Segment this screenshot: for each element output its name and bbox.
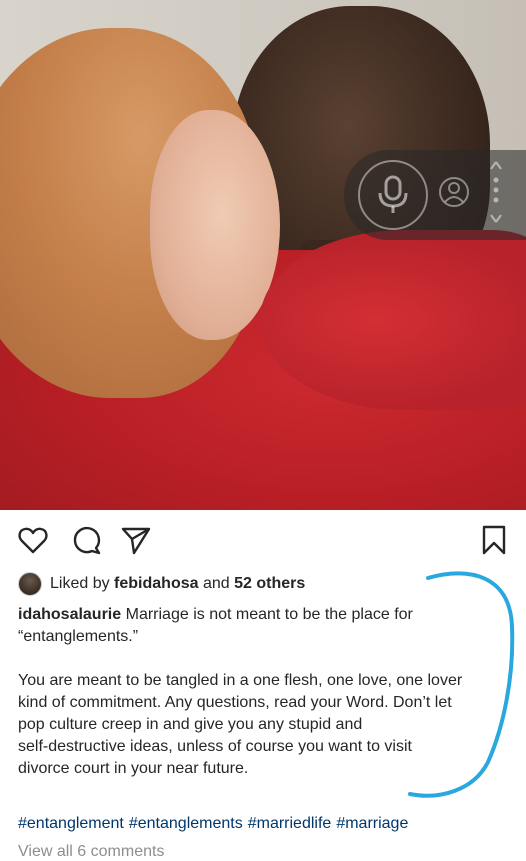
caption-line: self-destructive ideas, unless of course… [18, 738, 412, 755]
post-photo[interactable] [0, 0, 526, 510]
likes-summary[interactable]: Liked by febidahosa and 52 others [18, 572, 305, 596]
caption-line: pop culture creep in and give you any st… [18, 716, 363, 733]
share-icon[interactable] [120, 524, 152, 556]
caption-line: kind of commitment. Any questions, read … [18, 694, 452, 711]
heart-icon[interactable] [17, 524, 49, 556]
post-actions-bar [0, 514, 526, 566]
likes-others[interactable]: 52 others [234, 575, 305, 593]
liker-username[interactable]: febidahosa [114, 575, 198, 593]
caption-line: divorce court in your near future. [18, 760, 249, 777]
caption-line: Marriage is not meant to be the place fo… [125, 606, 413, 623]
hashtag-link[interactable]: #entanglement [18, 815, 124, 832]
avatar[interactable] [18, 572, 42, 596]
caption-username[interactable]: idahosalaurie [18, 606, 121, 623]
caption-line: You are meant to be tangled in a one fle… [18, 672, 463, 689]
hashtag-link[interactable]: #marriedlife [248, 815, 332, 832]
microphone-icon [378, 175, 408, 213]
post-caption: idahosalaurie Marriage is not meant to b… [18, 604, 518, 780]
likes-conjunction: and [202, 575, 230, 592]
person-icon[interactable] [438, 176, 470, 208]
hashtag-link[interactable]: #marriage [336, 815, 408, 832]
hashtag-link[interactable]: #entanglements [129, 815, 243, 832]
hashtags: #entanglement #entanglements #marriedlife #… [18, 815, 413, 833]
comment-icon[interactable] [70, 524, 102, 556]
likes-prefix: Liked by [50, 575, 110, 592]
caption-line: “entanglements.” [18, 628, 139, 645]
view-all-comments-link[interactable]: View all 6 comments [18, 843, 164, 861]
microphone-button[interactable] [358, 160, 428, 230]
more-vertical-icon[interactable] [486, 160, 506, 224]
photo-woman-face [150, 110, 280, 340]
bookmark-icon[interactable] [478, 524, 510, 556]
